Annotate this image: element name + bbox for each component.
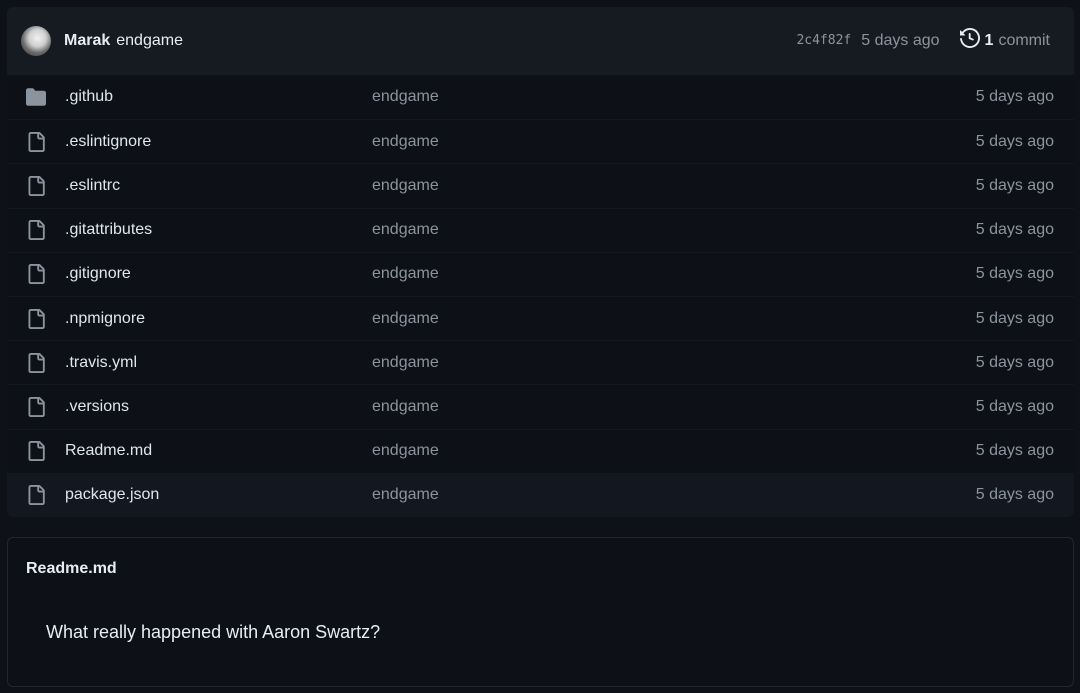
file-row[interactable]: .eslintrc endgame 5 days ago bbox=[7, 163, 1074, 207]
file-commit-date: 5 days ago bbox=[975, 309, 1054, 327]
file-commit-message-link[interactable]: endgame bbox=[372, 177, 976, 195]
file-icon bbox=[25, 175, 47, 197]
file-commit-message-link[interactable]: endgame bbox=[372, 133, 976, 151]
file-commit-message-link[interactable]: endgame bbox=[372, 486, 976, 504]
file-row[interactable]: .github endgame 5 days ago bbox=[7, 75, 1074, 119]
file-commit-date: 5 days ago bbox=[975, 176, 1054, 194]
file-commit-message-link[interactable]: endgame bbox=[372, 221, 976, 239]
file-row[interactable]: .npmignore endgame 5 days ago bbox=[7, 295, 1074, 340]
file-icon bbox=[25, 308, 47, 330]
file-icon bbox=[25, 263, 47, 285]
commit-count-label: commit bbox=[998, 31, 1050, 49]
file-row[interactable]: .travis.yml endgame 5 days ago bbox=[7, 340, 1074, 384]
file-commit-message-link[interactable]: endgame bbox=[372, 265, 976, 283]
readme-content: What really happened with Aaron Swartz? bbox=[46, 622, 381, 642]
commit-message-link[interactable]: endgame bbox=[116, 32, 183, 50]
file-commit-date: 5 days ago bbox=[975, 442, 1054, 460]
file-commit-message-link[interactable]: endgame bbox=[372, 88, 976, 106]
file-icon bbox=[25, 396, 47, 418]
latest-commit-bar: Marak endgame 2c4f82f 5 days ago 1 commi… bbox=[7, 7, 1074, 75]
file-commit-date: 5 days ago bbox=[975, 397, 1054, 415]
readme-panel: Readme.md What really happened with Aaro… bbox=[7, 537, 1074, 687]
file-icon bbox=[25, 484, 47, 506]
file-name-link[interactable]: package.json bbox=[65, 486, 372, 504]
file-commit-date: 5 days ago bbox=[975, 132, 1054, 150]
commit-history-link[interactable]: 1 commit bbox=[959, 27, 1050, 53]
file-commit-date: 5 days ago bbox=[975, 221, 1054, 239]
file-row[interactable]: .versions endgame 5 days ago bbox=[7, 384, 1074, 428]
file-name-link[interactable]: Readme.md bbox=[65, 442, 372, 460]
file-name-link[interactable]: .github bbox=[65, 88, 372, 106]
commit-count: 1 bbox=[984, 31, 994, 49]
file-name-link[interactable]: .gitignore bbox=[65, 265, 372, 283]
file-name-link[interactable]: .npmignore bbox=[65, 310, 372, 328]
file-name-link[interactable]: .gitattributes bbox=[65, 221, 372, 239]
file-commit-date: 5 days ago bbox=[975, 353, 1054, 371]
commit-sha-link[interactable]: 2c4f82f bbox=[796, 33, 851, 48]
file-name-link[interactable]: .versions bbox=[65, 398, 372, 416]
file-commit-message-link[interactable]: endgame bbox=[372, 310, 976, 328]
file-icon bbox=[25, 352, 47, 374]
file-browser: Marak endgame 2c4f82f 5 days ago 1 commi… bbox=[7, 7, 1074, 517]
commit-date: 5 days ago bbox=[861, 31, 940, 49]
file-row[interactable]: Readme.md endgame 5 days ago bbox=[7, 428, 1074, 473]
folder-icon bbox=[25, 86, 47, 108]
file-list: .github endgame 5 days ago .eslintignore end… bbox=[7, 75, 1074, 517]
file-commit-date: 5 days ago bbox=[975, 486, 1054, 504]
file-icon bbox=[25, 219, 47, 241]
author-avatar[interactable] bbox=[21, 25, 51, 56]
file-commit-message-link[interactable]: endgame bbox=[372, 354, 976, 372]
file-icon bbox=[25, 440, 47, 462]
file-commit-message-link[interactable]: endgame bbox=[372, 442, 976, 460]
file-icon bbox=[25, 131, 47, 153]
file-row[interactable]: .gitattributes endgame 5 days ago bbox=[7, 207, 1074, 252]
history-icon bbox=[959, 27, 985, 53]
file-name-link[interactable]: .travis.yml bbox=[65, 354, 372, 372]
file-name-link[interactable]: .eslintrc bbox=[65, 177, 372, 195]
file-commit-date: 5 days ago bbox=[975, 88, 1054, 106]
file-name-link[interactable]: .eslintignore bbox=[65, 133, 372, 151]
file-row[interactable]: package.json endgame 5 days ago bbox=[7, 472, 1074, 517]
file-row[interactable]: .gitignore endgame 5 days ago bbox=[7, 251, 1074, 296]
file-commit-message-link[interactable]: endgame bbox=[372, 398, 976, 416]
page: Marak endgame 2c4f82f 5 days ago 1 commi… bbox=[0, 0, 1080, 693]
file-commit-date: 5 days ago bbox=[975, 265, 1054, 283]
readme-title[interactable]: Readme.md bbox=[8, 538, 1073, 600]
commit-author-link[interactable]: Marak bbox=[64, 32, 110, 50]
file-row[interactable]: .eslintignore endgame 5 days ago bbox=[7, 119, 1074, 163]
